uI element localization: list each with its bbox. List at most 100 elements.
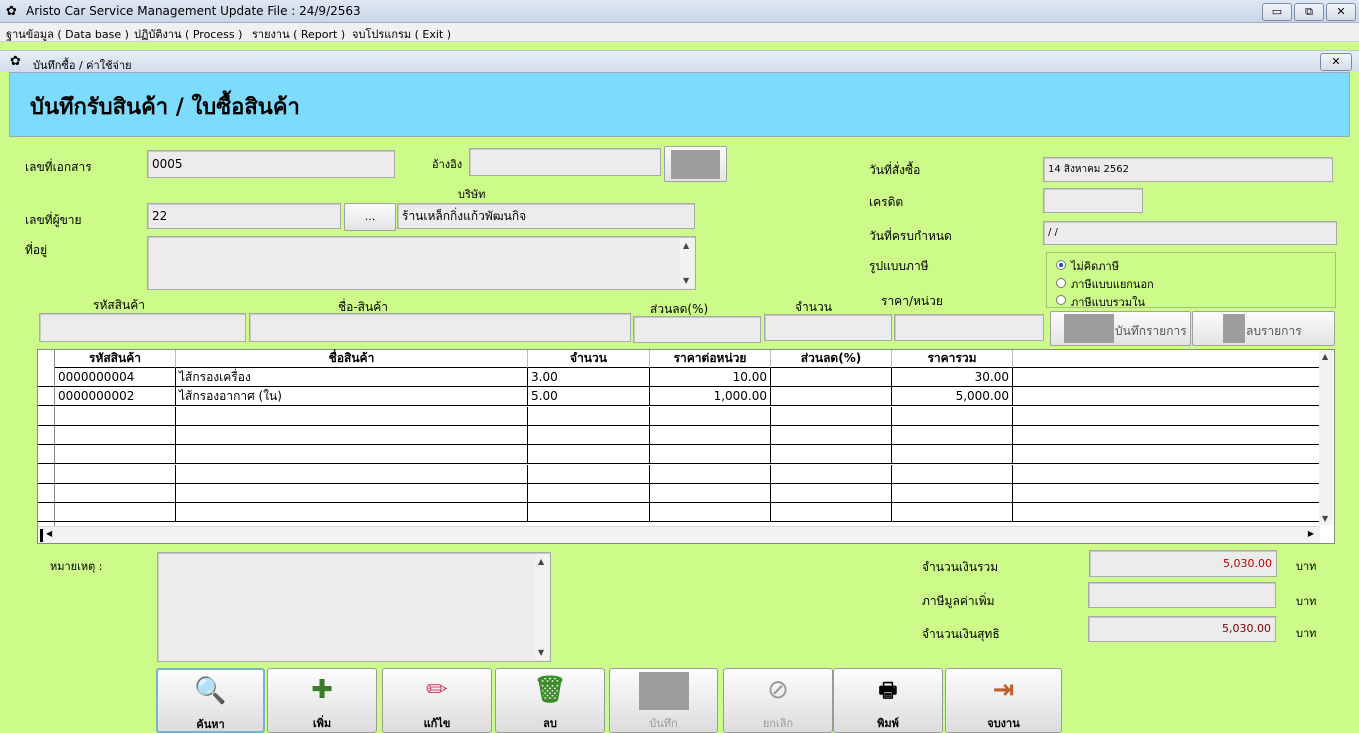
grid-cell[interactable]: 5,000.00 bbox=[892, 387, 1013, 407]
reference-field[interactable] bbox=[469, 148, 661, 176]
close-button[interactable]: ✕ bbox=[1326, 3, 1356, 21]
due-date-field[interactable]: / / bbox=[1043, 221, 1337, 245]
grid-row-header[interactable] bbox=[38, 425, 55, 445]
grid-cell[interactable] bbox=[528, 483, 650, 503]
search-button[interactable]: 🔍 ค้นหา bbox=[156, 668, 265, 733]
menu-database[interactable]: ฐานข้อมูล ( Data base ) bbox=[6, 25, 129, 43]
grid-cell[interactable] bbox=[55, 406, 176, 426]
grid-cell[interactable]: 5.00 bbox=[528, 387, 650, 407]
entry-price-field[interactable] bbox=[894, 314, 1044, 341]
entry-code-field[interactable] bbox=[39, 313, 246, 342]
print-button[interactable]: 🖶 พิมพ์ bbox=[833, 668, 943, 733]
minimize-button[interactable]: ▭ bbox=[1262, 3, 1292, 21]
grid-cell[interactable]: ไส้กรองเครื่อง bbox=[176, 368, 528, 387]
grid-cell[interactable] bbox=[55, 445, 176, 465]
grid-cell[interactable] bbox=[650, 445, 771, 465]
grid-row-header[interactable] bbox=[38, 387, 55, 407]
credit-field[interactable] bbox=[1043, 188, 1143, 213]
grid-cell[interactable]: 10.00 bbox=[650, 368, 771, 387]
grid-cell[interactable] bbox=[771, 503, 892, 523]
grid-cell[interactable]: 3.00 bbox=[528, 368, 650, 387]
grid-cell[interactable] bbox=[650, 483, 771, 503]
grid-cell[interactable] bbox=[771, 464, 892, 484]
grid-cell[interactable] bbox=[892, 445, 1013, 465]
menu-process[interactable]: ปฏิบัติงาน ( Process ) bbox=[134, 25, 242, 43]
entry-discount-field[interactable] bbox=[633, 316, 761, 343]
restore-button[interactable]: ⧉ bbox=[1294, 3, 1324, 21]
scroll-left-arrow[interactable]: ◀ bbox=[46, 529, 52, 538]
grid-row-header[interactable] bbox=[38, 368, 55, 387]
address-scrollbar[interactable]: ▲ ▼ bbox=[680, 238, 694, 288]
grid-cell[interactable] bbox=[771, 368, 892, 387]
grid-row-header[interactable] bbox=[38, 483, 55, 503]
grid-cell[interactable] bbox=[176, 464, 528, 484]
grid-header-col-unit-price[interactable]: ราคาต่อหน่วย bbox=[650, 350, 771, 368]
grid-header-col-discount[interactable]: ส่วนลด(%) bbox=[771, 350, 892, 368]
grid-cell[interactable] bbox=[55, 503, 176, 523]
grid-cell[interactable] bbox=[176, 425, 528, 445]
grid-cell[interactable] bbox=[771, 483, 892, 503]
grid-row-header[interactable] bbox=[38, 464, 55, 484]
vendor-browse-button[interactable]: ... bbox=[344, 203, 396, 231]
tax-none-radio[interactable] bbox=[1056, 260, 1066, 270]
grid-cell[interactable] bbox=[771, 425, 892, 445]
note-field[interactable]: ▲ ▼ bbox=[157, 552, 551, 662]
grid-header-col-name[interactable]: ชื่อสินค้า bbox=[176, 350, 528, 368]
items-grid[interactable]: รหัสสินค้า ชื่อสินค้า จำนวน ราคาต่อหน่วย ส่ว… bbox=[37, 349, 1335, 544]
edit-button[interactable]: ✏ แก้ไข bbox=[382, 668, 492, 733]
entry-name-field[interactable] bbox=[249, 313, 631, 342]
grid-horizontal-scrollbar[interactable]: ◀ ▶ bbox=[38, 526, 1320, 543]
grid-cell[interactable] bbox=[528, 425, 650, 445]
grid-header-col-total[interactable]: ราคารวม bbox=[892, 350, 1013, 368]
grid-row-header[interactable] bbox=[38, 406, 55, 426]
menu-exit[interactable]: จบโปรแกรม ( Exit ) bbox=[352, 25, 451, 43]
grid-cell[interactable] bbox=[650, 406, 771, 426]
grid-header-col-qty[interactable]: จำนวน bbox=[528, 350, 650, 368]
vendor-name-field[interactable]: ร้านเหล็กกิ่งแก้วพัฒนกิจ bbox=[397, 203, 695, 229]
address-field[interactable]: ▲ ▼ bbox=[147, 236, 696, 290]
grid-cell[interactable] bbox=[771, 406, 892, 426]
grid-cell[interactable] bbox=[771, 445, 892, 465]
grid-cell[interactable] bbox=[55, 425, 176, 445]
menu-report[interactable]: รายงาน ( Report ) bbox=[252, 25, 345, 43]
grid-cell[interactable]: ไส้กรองอากาศ (ใน) bbox=[176, 387, 528, 407]
grid-cell[interactable] bbox=[176, 483, 528, 503]
vendor-no-field[interactable]: 22 bbox=[147, 203, 341, 229]
add-button[interactable]: ✚ เพิ่ม bbox=[267, 668, 377, 733]
note-scrollbar[interactable]: ▲ ▼ bbox=[535, 554, 549, 660]
scroll-thumb[interactable] bbox=[40, 529, 43, 542]
grid-cell[interactable] bbox=[176, 445, 528, 465]
grid-cell[interactable]: 30.00 bbox=[892, 368, 1013, 387]
grid-cell[interactable] bbox=[176, 406, 528, 426]
grid-cell[interactable] bbox=[650, 503, 771, 523]
child-close-button[interactable]: ✕ bbox=[1320, 53, 1352, 71]
cancel-button[interactable]: ⊘ ยกเลิก bbox=[723, 668, 833, 733]
scroll-right-arrow[interactable]: ▶ bbox=[1308, 529, 1314, 538]
grid-cell[interactable] bbox=[892, 464, 1013, 484]
grid-cell[interactable]: 1,000.00 bbox=[650, 387, 771, 407]
tax-exclusive-radio[interactable] bbox=[1056, 278, 1066, 288]
delete-item-button[interactable]: ลบรายการ bbox=[1192, 311, 1335, 346]
grid-header-col-code[interactable]: รหัสสินค้า bbox=[55, 350, 176, 368]
doc-no-field[interactable]: 0005 bbox=[147, 150, 395, 178]
grid-cell[interactable] bbox=[892, 406, 1013, 426]
grid-cell[interactable] bbox=[892, 425, 1013, 445]
order-date-field[interactable]: 14 สิงหาคม 2562 bbox=[1043, 157, 1333, 182]
grid-cell[interactable] bbox=[176, 503, 528, 523]
grid-row-header[interactable] bbox=[38, 445, 55, 465]
grid-cell[interactable] bbox=[528, 464, 650, 484]
grid-cell[interactable] bbox=[650, 464, 771, 484]
grid-cell[interactable]: 0000000002 bbox=[55, 387, 176, 407]
entry-qty-field[interactable] bbox=[764, 314, 892, 341]
grid-cell[interactable] bbox=[771, 387, 892, 407]
grid-cell[interactable] bbox=[528, 445, 650, 465]
exit-button[interactable]: ⇥ จบงาน bbox=[945, 668, 1062, 733]
grid-vertical-scrollbar[interactable]: ▲ ▼ bbox=[1319, 350, 1333, 525]
tax-inclusive-radio[interactable] bbox=[1056, 295, 1066, 305]
grid-cell[interactable] bbox=[650, 425, 771, 445]
grid-cell[interactable] bbox=[892, 503, 1013, 523]
grid-cell[interactable] bbox=[892, 483, 1013, 503]
grid-cell[interactable] bbox=[528, 503, 650, 523]
grid-cell[interactable] bbox=[528, 406, 650, 426]
reference-lookup-button[interactable] bbox=[664, 146, 727, 182]
